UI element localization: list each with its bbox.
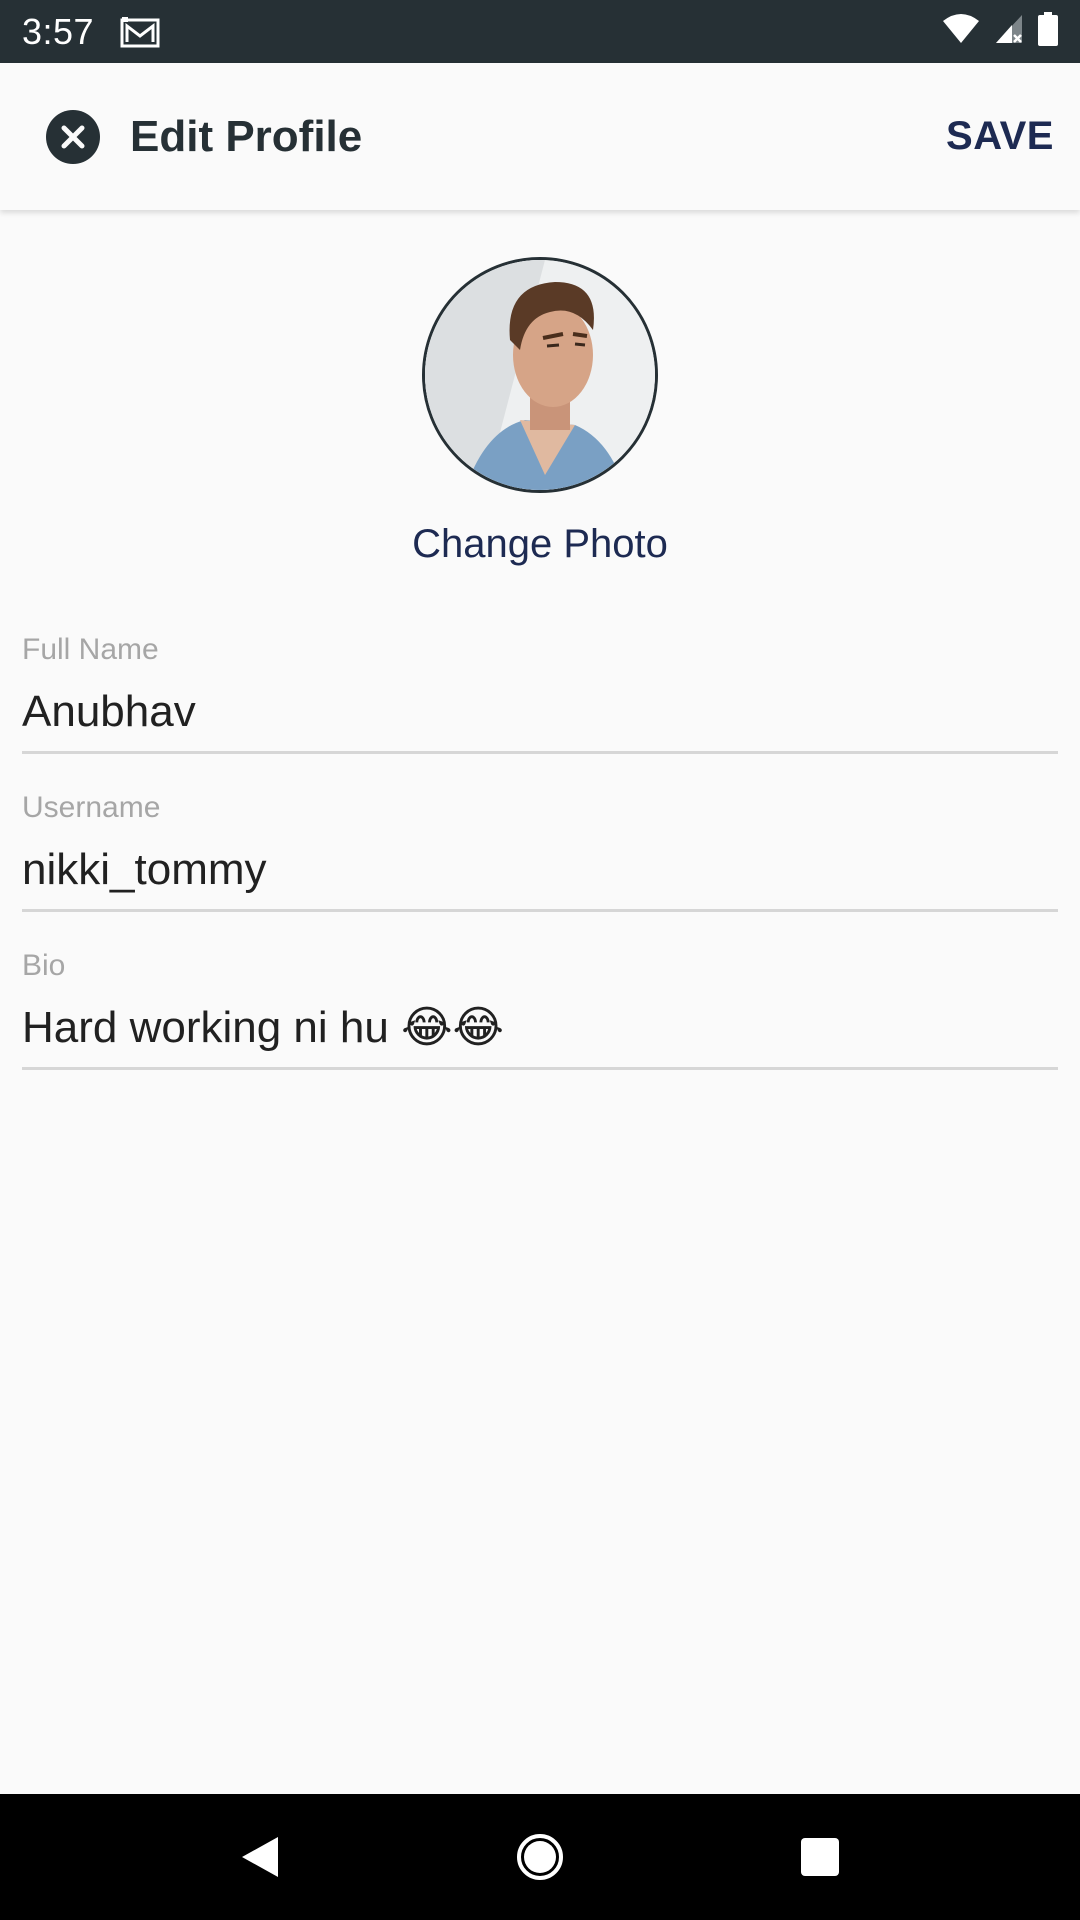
username-label: Username	[22, 791, 161, 824]
bio-label: Bio	[22, 949, 66, 982]
recents-icon	[801, 1838, 839, 1876]
full-name-label: Full Name	[22, 633, 159, 666]
back-icon	[242, 1837, 278, 1877]
close-button[interactable]	[46, 109, 100, 164]
status-time: 3:57	[22, 10, 95, 52]
bio-input[interactable]: Hard working ni hu 😂😂	[22, 986, 1058, 1070]
app-bar: Edit Profile SAVE	[0, 63, 1080, 210]
close-icon	[61, 125, 85, 148]
home-button[interactable]	[500, 1817, 580, 1897]
bio-field: Bio Hard working ni hu 😂😂	[22, 946, 1058, 1070]
home-icon	[517, 1834, 563, 1880]
full-name-input[interactable]: Anubhav	[22, 670, 1058, 754]
change-photo-link[interactable]: Change Photo	[0, 522, 1080, 567]
edit-profile-screen: 3:57 Edit Profile SAVE Change Photo Full…	[0, 0, 1080, 1920]
navigation-bar	[0, 1794, 1080, 1920]
save-button[interactable]: SAVE	[946, 104, 1054, 169]
profile-photo	[425, 260, 655, 490]
battery-icon	[1038, 12, 1058, 51]
page-title: Edit Profile	[130, 111, 363, 161]
profile-avatar[interactable]	[422, 257, 658, 493]
username-field: Username nikki_tommy	[22, 788, 1058, 912]
back-button[interactable]	[220, 1817, 300, 1897]
full-name-field: Full Name Anubhav	[22, 630, 1058, 754]
status-bar: 3:57	[0, 0, 1080, 63]
wifi-icon	[942, 13, 980, 50]
signal-icon	[994, 13, 1024, 50]
gmail-icon	[120, 16, 160, 48]
username-input[interactable]: nikki_tommy	[22, 828, 1058, 912]
status-icons	[942, 12, 1058, 51]
recents-button[interactable]	[780, 1817, 860, 1897]
